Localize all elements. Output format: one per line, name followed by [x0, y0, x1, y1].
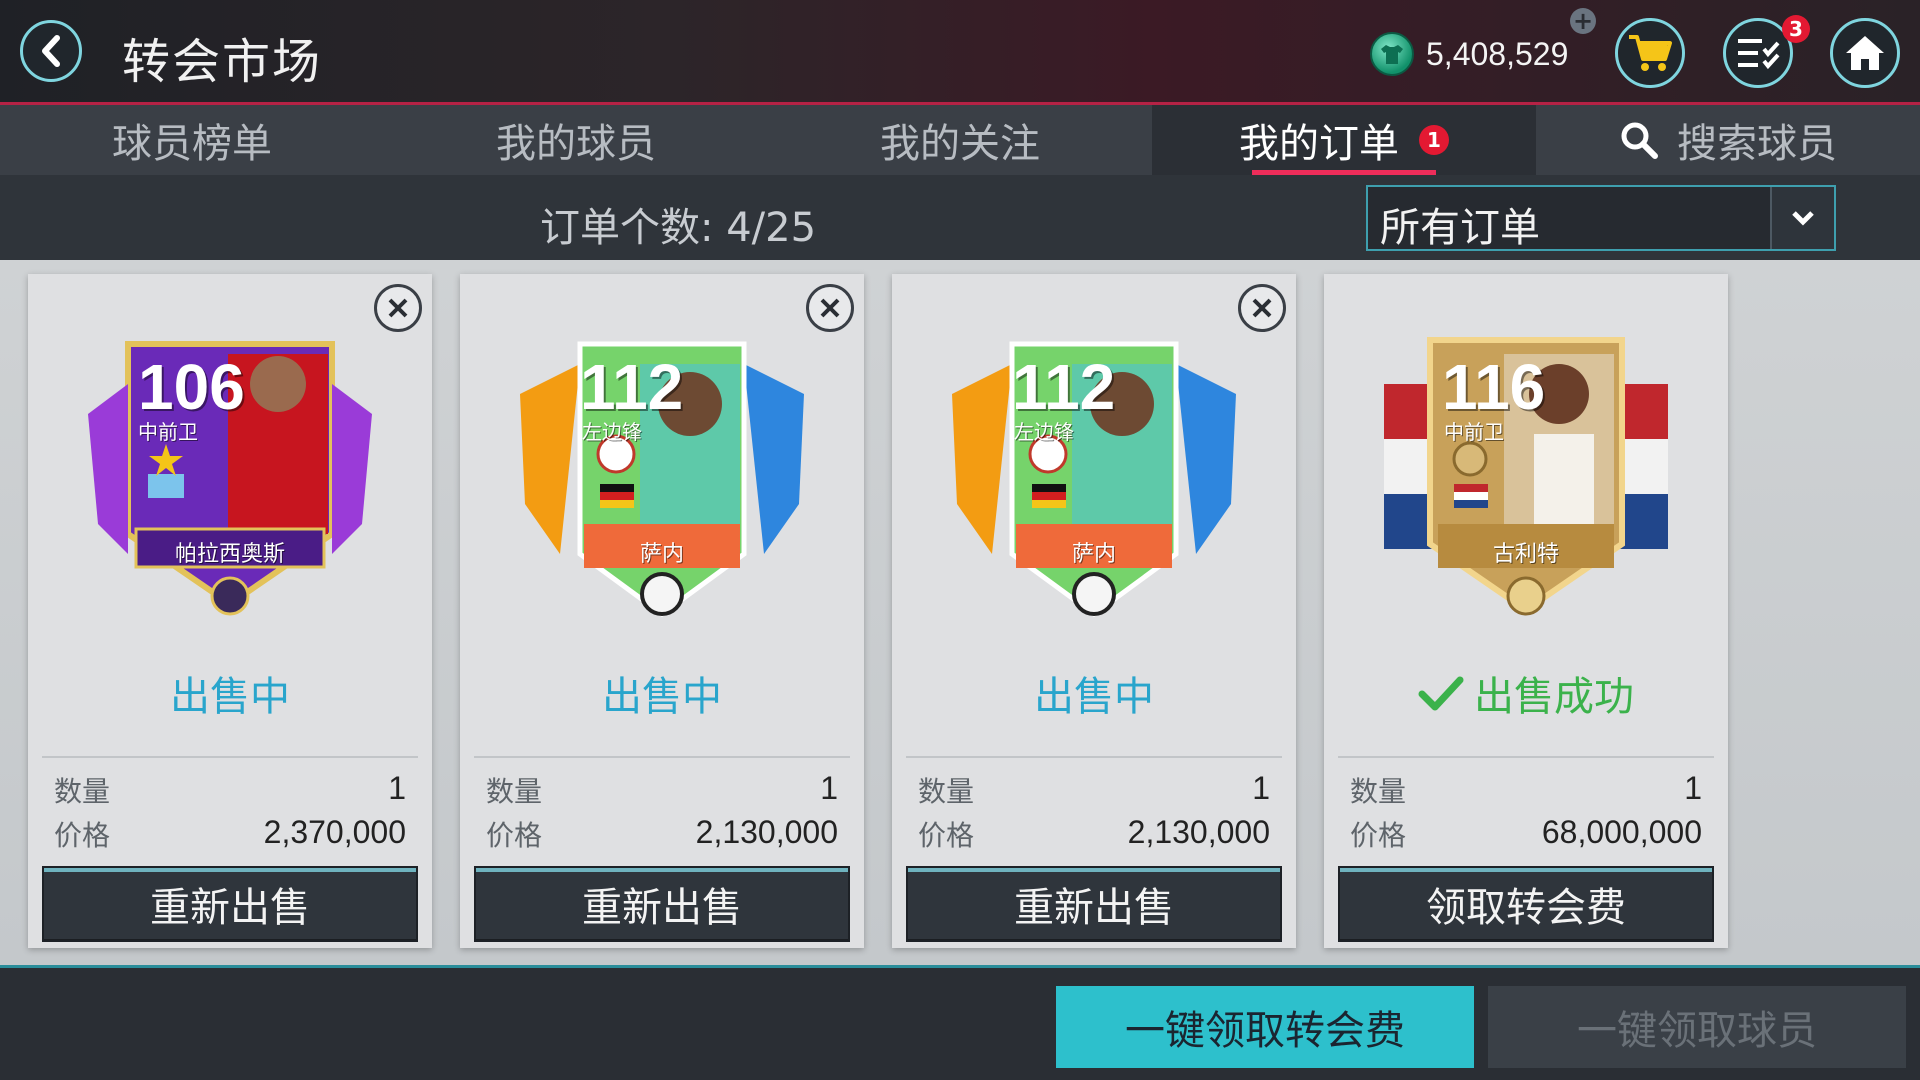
tasks-badge: 3: [1782, 15, 1810, 43]
player-name: 古利特: [1492, 542, 1559, 567]
player-position: 左边锋: [1014, 420, 1074, 444]
player-position: 左边锋: [582, 420, 642, 444]
top-bar: 转会市场 5,408,529 + 3: [0, 0, 1920, 105]
coin-icon: [1370, 32, 1414, 76]
player-card[interactable]: 106 中前卫 帕拉西奥斯: [88, 324, 372, 624]
quantity-label: 数量: [918, 775, 975, 808]
relist-button[interactable]: 重新出售: [42, 866, 418, 942]
dropdown-value: 所有订单: [1380, 205, 1540, 251]
price-label: 价格: [1350, 819, 1407, 852]
order-status: 出售中: [170, 674, 290, 720]
tab-label: 我的订单: [1239, 121, 1399, 167]
orders-badge: 1: [1419, 125, 1449, 155]
add-coins-button[interactable]: +: [1570, 8, 1596, 34]
checklist-icon: [1738, 39, 1780, 70]
player-rating: 116: [1442, 351, 1546, 423]
divider: [1338, 756, 1714, 758]
quantity-row: 数量 1: [54, 770, 406, 810]
price-label: 价格: [54, 819, 111, 852]
search-icon: [1619, 120, 1659, 160]
quantity-row: 数量 1: [918, 770, 1270, 810]
tab-label: 我的关注: [880, 121, 1040, 167]
close-icon[interactable]: [1238, 284, 1286, 332]
order-card: 116 中前卫 古利特 出售成功 数量 1 价格 68,000,000 领取转会…: [1324, 274, 1728, 948]
player-rating: 112: [580, 351, 684, 423]
price-label: 价格: [486, 819, 543, 852]
player-card[interactable]: 116 中前卫 古利特: [1384, 324, 1668, 624]
quantity-value: 1: [820, 770, 838, 806]
player-position: 中前卫: [138, 420, 198, 444]
price-row: 价格 68,000,000: [1350, 814, 1702, 854]
home-button[interactable]: [1830, 18, 1900, 88]
quantity-label: 数量: [1350, 775, 1407, 808]
player-card[interactable]: 112 左边锋 萨内: [520, 324, 804, 624]
player-rating: 106: [138, 351, 245, 423]
player-name: 萨内: [1071, 542, 1116, 567]
tab-label: 球员榜单: [112, 121, 272, 167]
checkmark-icon: [1418, 674, 1464, 724]
home-icon: [1846, 36, 1884, 70]
close-icon[interactable]: [806, 284, 854, 332]
price-value: 2,130,000: [1127, 814, 1270, 850]
back-arrow-icon: [42, 35, 60, 67]
cart-icon: [1629, 35, 1672, 71]
order-card: 112 左边锋 萨内 出售中 数量 1 价格 2,130,000 重新出售: [460, 274, 864, 948]
quantity-row: 数量 1: [1350, 770, 1702, 810]
claim-all-players-button[interactable]: 一键领取球员: [1488, 986, 1906, 1068]
price-row: 价格 2,130,000: [486, 814, 838, 854]
close-icon[interactable]: [374, 284, 422, 332]
tab-label: 我的球员: [496, 121, 656, 167]
divider: [42, 756, 418, 758]
order-toolbar: 订单个数: 4/25 所有订单: [0, 175, 1920, 260]
coin-amount: 5,408,529: [1426, 35, 1569, 72]
price-row: 价格 2,130,000: [918, 814, 1270, 854]
player-name: 帕拉西奥斯: [174, 542, 285, 567]
order-status: 出售中: [602, 674, 722, 720]
claim-all-fees-button[interactable]: 一键领取转会费: [1056, 986, 1474, 1068]
tab-my-players[interactable]: 我的球员: [384, 105, 768, 175]
bottom-action-bar: 一键领取转会费 一键领取球员: [0, 965, 1920, 1080]
divider: [474, 756, 850, 758]
quantity-value: 1: [388, 770, 406, 806]
back-button[interactable]: [20, 20, 82, 82]
tab-search-players[interactable]: 搜索球员: [1536, 105, 1920, 175]
tab-bar: 球员榜单 我的球员 我的关注 我的订单 1 搜索球员: [0, 105, 1920, 175]
quantity-label: 数量: [54, 775, 111, 808]
order-filter-dropdown[interactable]: 所有订单: [1366, 185, 1836, 251]
claim-fee-button[interactable]: 领取转会费: [1338, 866, 1714, 942]
quantity-value: 1: [1252, 770, 1270, 806]
relist-button[interactable]: 重新出售: [474, 866, 850, 942]
order-count: 订单个数: 4/25: [540, 205, 817, 251]
order-card: 112 左边锋 萨内 出售中 数量 1 价格 2,130,000 重新出售: [892, 274, 1296, 948]
price-row: 价格 2,370,000: [54, 814, 406, 854]
quantity-label: 数量: [486, 775, 543, 808]
quantity-row: 数量 1: [486, 770, 838, 810]
order-list: 106 中前卫 帕拉西奥斯 出售中 数量 1 价格 2,370,000 重新出售: [0, 260, 1920, 965]
chevron-down-icon[interactable]: [1770, 187, 1834, 249]
price-value: 2,370,000: [263, 814, 406, 850]
player-position: 中前卫: [1444, 420, 1504, 444]
relist-button[interactable]: 重新出售: [906, 866, 1282, 942]
price-label: 价格: [918, 819, 975, 852]
price-value: 2,130,000: [695, 814, 838, 850]
order-status: 出售中: [1034, 674, 1154, 720]
tab-label: 搜索球员: [1677, 121, 1837, 167]
page-title: 转会市场: [122, 34, 323, 90]
tab-player-rankings[interactable]: 球员榜单: [0, 105, 384, 175]
price-value: 68,000,000: [1541, 814, 1702, 850]
order-card: 106 中前卫 帕拉西奥斯 出售中 数量 1 价格 2,370,000 重新出售: [28, 274, 432, 948]
player-name: 萨内: [639, 542, 684, 567]
tab-my-watchlist[interactable]: 我的关注: [768, 105, 1152, 175]
order-status: 出售成功: [1324, 664, 1728, 724]
coin-balance: 5,408,529: [1370, 30, 1568, 78]
order-status-text: 出售成功: [1474, 674, 1634, 720]
player-card[interactable]: 112 左边锋 萨内: [952, 324, 1236, 624]
divider: [906, 756, 1282, 758]
shop-button[interactable]: [1615, 18, 1685, 88]
player-rating: 112: [1012, 351, 1116, 423]
tab-my-orders[interactable]: 我的订单 1: [1152, 105, 1536, 175]
quantity-value: 1: [1684, 770, 1702, 806]
